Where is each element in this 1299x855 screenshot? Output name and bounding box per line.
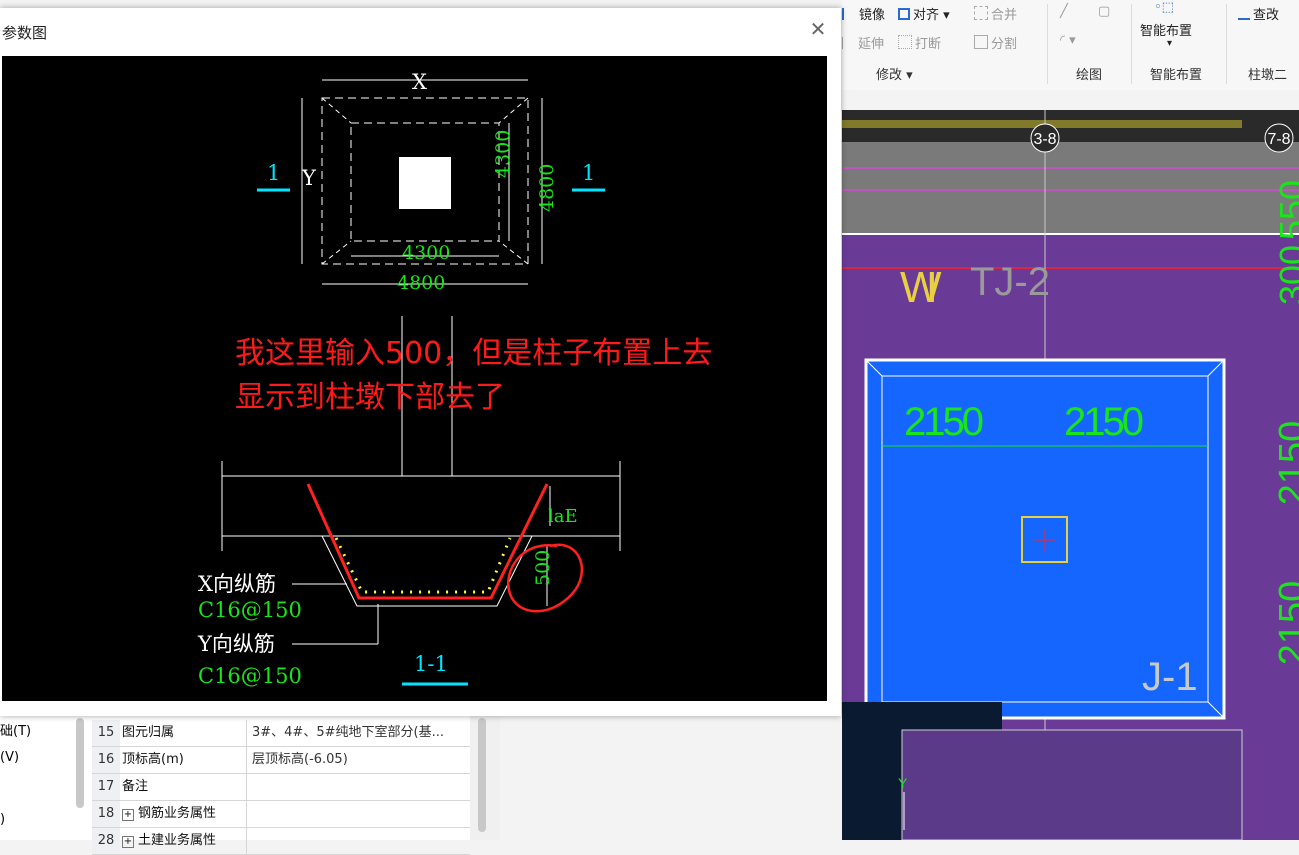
axis-label-3-8: 3-8 <box>1033 131 1056 148</box>
cad-label-j1: J-1 <box>1142 655 1198 699</box>
rebar-dots-yellow <box>334 537 512 594</box>
close-button[interactable]: ✕ <box>808 17 828 41</box>
plan-corner-line <box>321 240 352 265</box>
section-mark-left: 1 <box>267 161 281 185</box>
side-dim-2150-a: 2150 <box>1272 421 1299 506</box>
dim-outer-x: 4800 <box>397 272 446 294</box>
ucs-y-label: Y <box>898 775 908 791</box>
lower-slab <box>901 729 1243 840</box>
cad-label-tj2: TJ-2 <box>970 260 1050 304</box>
dialog-title: 参数图 <box>2 24 48 42</box>
grid-scroll-area[interactable] <box>470 716 500 840</box>
property-grid: 15 图元归属 3#、4#、5#纯地下室部分(基... 16 顶标高(m) 层顶… <box>92 716 470 855</box>
scrollbar-thumb[interactable] <box>478 718 486 832</box>
break-icon <box>898 35 912 49</box>
rebar-red <box>306 483 549 600</box>
diagram-canvas: X Y 4300 4800 4300 4800 1 1 我这里输入500，但是柱… <box>2 56 827 701</box>
side-dim-300: 300 <box>1272 245 1299 305</box>
viewport-top-strip <box>842 90 1299 110</box>
split-button[interactable]: 分割 <box>974 33 1017 52</box>
property-row[interactable]: 18 + 钢筋业务属性 <box>92 801 470 828</box>
dim-outer-y: 4800 <box>536 163 558 212</box>
tree-item-v[interactable]: (V) <box>0 750 19 765</box>
merge-button[interactable]: 合并 <box>974 4 1017 23</box>
y-bar-label: Y向纵筋 <box>198 632 275 656</box>
group-modify-label: 修改 ▾ <box>876 68 913 83</box>
ribbon-divider <box>1131 4 1132 84</box>
group-pier-label: 柱墩二 <box>1248 68 1288 83</box>
ribbon-divider <box>1226 4 1227 84</box>
break-button[interactable]: 打断 <box>898 33 941 52</box>
parameter-diagram-dialog: 参数图 ✕ X Y 4300 4800 4300 4800 1 1 我这里输入5… <box>0 8 841 716</box>
line-tool-icon[interactable]: ╱ <box>1060 4 1068 19</box>
smart-layout-icon[interactable]: ◦⬚ <box>1154 0 1174 15</box>
x-bar-label: X向纵筋 <box>198 572 276 596</box>
lae-label: laE <box>548 506 578 527</box>
ribbon-divider <box>1047 4 1048 84</box>
plan-corner-line <box>321 97 352 124</box>
property-row[interactable]: 16 顶标高(m) 层顶标高(-6.05) <box>92 747 470 774</box>
dim-2150-right: 2150 <box>1064 400 1144 444</box>
rect-tool-icon[interactable]: ▢ <box>1098 4 1110 19</box>
ribbon: 镜像 对齐 ▾ 合并 延伸 打断 分割 修改 ▾ ╱ ▢ ◜ ▾ 绘图 ◦⬚ 智… <box>842 0 1299 91</box>
extend-icon <box>842 37 855 49</box>
align-icon <box>898 8 910 20</box>
plan-corner-line <box>498 240 529 265</box>
split-icon <box>974 35 988 49</box>
expand-icon[interactable]: + <box>122 809 134 821</box>
expand-icon[interactable]: + <box>122 836 134 848</box>
arc-tool-icon[interactable]: ◜ ▾ <box>1060 33 1076 48</box>
plan-corner-line <box>498 97 529 124</box>
merge-icon <box>974 6 988 20</box>
smart-layout-button[interactable]: 智能布置 <box>1140 20 1192 39</box>
section-mark-right: 1 <box>582 161 596 185</box>
property-row[interactable]: 15 图元归属 3#、4#、5#纯地下室部分(基... <box>92 720 470 747</box>
side-dim-2150-b: 2150 <box>1272 581 1299 666</box>
dim-y-label: Y <box>302 166 316 190</box>
x-bar-value: C16@150 <box>198 598 302 622</box>
check-icon <box>1238 6 1250 20</box>
cad-viewport[interactable]: 3-8 7-8 WI TJ-2 2150 2150 J-1 550 300 21… <box>842 90 1299 840</box>
cad-label-wi: WI <box>900 263 942 312</box>
tree-item-t[interactable]: 础(T) <box>0 720 31 739</box>
wall-band <box>842 142 1299 234</box>
annotation-line-1: 我这里输入500，但是柱子布置上去 <box>235 336 713 371</box>
axis-label-7-8: 7-8 <box>1267 131 1290 148</box>
y-bar-value: C16@150 <box>198 664 302 688</box>
side-dim-550: 550 <box>1272 180 1299 240</box>
mirror-button[interactable]: 镜像 <box>842 4 885 23</box>
annotation-line-2: 显示到柱墩下部去了 <box>235 380 505 415</box>
tree-item-end[interactable]: ) <box>0 812 5 827</box>
property-row[interactable]: 17 备注 <box>92 774 470 801</box>
dim-2150-left: 2150 <box>904 400 984 444</box>
plan-column-square <box>399 157 451 209</box>
scrollbar-thumb[interactable] <box>76 718 84 808</box>
left-tree-panel: 础(T) (V) ) <box>0 716 92 840</box>
group-smart-label: 智能布置 <box>1150 68 1203 83</box>
mirror-icon <box>842 8 856 20</box>
close-icon: ✕ <box>809 17 827 41</box>
depth-500-label: 500 <box>532 549 554 586</box>
property-row[interactable]: 28 + 土建业务属性 <box>92 828 470 855</box>
section-title: 1-1 <box>414 652 448 676</box>
dim-x-label: X <box>412 70 427 94</box>
extend-button[interactable]: 延伸 <box>842 33 884 52</box>
align-button[interactable]: 对齐 ▾ <box>898 4 950 23</box>
dim-inner-x: 4300 <box>402 242 451 264</box>
check-button[interactable]: 查改 <box>1238 4 1279 23</box>
smart-layout-dropdown-icon[interactable]: ▾ <box>1167 38 1172 49</box>
group-draw-label: 绘图 <box>1076 68 1103 83</box>
dim-inner-y: 4300 <box>492 129 514 178</box>
